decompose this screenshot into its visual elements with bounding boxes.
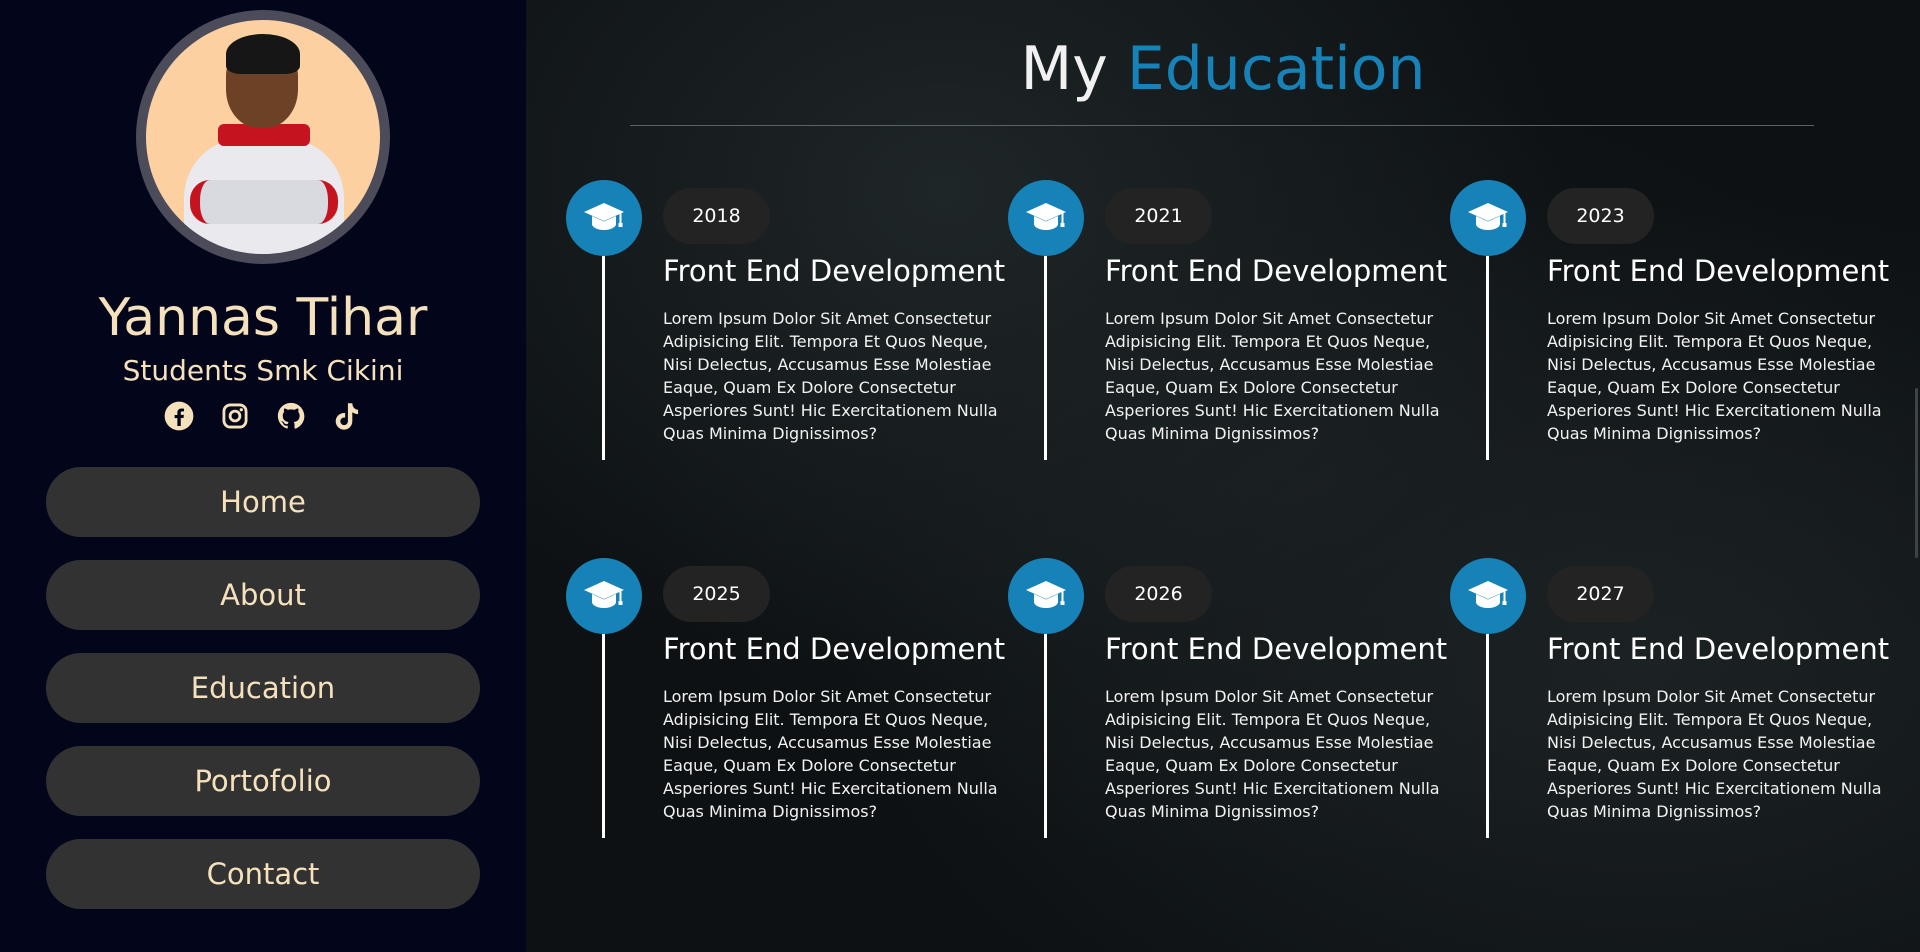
main-nav: Home About Education Portofolio Contact [46, 467, 480, 909]
timeline-line [1044, 256, 1047, 460]
education-description: Lorem Ipsum Dolor Sit Amet Consectetur A… [1547, 309, 1882, 443]
tiktok-icon[interactable] [332, 401, 362, 431]
year-badge: 2025 [663, 566, 770, 622]
education-item: 2027 Front End Development Lorem Ipsum D… [1450, 558, 1889, 848]
profile-name: Yannas Tihar [98, 288, 428, 348]
timeline-line [1044, 634, 1047, 838]
education-title: Front End Development [1547, 632, 1890, 666]
education-description: Lorem Ipsum Dolor Sit Amet Consectetur A… [663, 687, 998, 821]
profile-role: Students Smk Cikini [122, 354, 404, 387]
facebook-icon[interactable] [164, 401, 194, 431]
education-description: Lorem Ipsum Dolor Sit Amet Consectetur A… [1547, 687, 1882, 821]
education-section: My Education 2018 Front End Development … [526, 0, 1920, 952]
year-badge: 2026 [1105, 566, 1212, 622]
education-title: Front End Development [663, 254, 1006, 288]
education-item: 2026 Front End Development Lorem Ipsum D… [1008, 558, 1447, 848]
graduation-cap-icon [1450, 558, 1526, 634]
github-icon[interactable] [276, 401, 306, 431]
avatar-frame [136, 10, 390, 264]
education-title: Front End Development [663, 632, 1006, 666]
graduation-cap-icon [1008, 558, 1084, 634]
education-title: Front End Development [1105, 254, 1448, 288]
education-description: Lorem Ipsum Dolor Sit Amet Consectetur A… [1105, 309, 1440, 443]
scrollbar-thumb[interactable] [1915, 388, 1918, 558]
education-item: 2025 Front End Development Lorem Ipsum D… [566, 558, 1005, 848]
education-item: 2021 Front End Development Lorem Ipsum D… [1008, 180, 1447, 470]
education-title: Front End Development [1105, 632, 1448, 666]
nav-portofolio-button[interactable]: Portofolio [46, 746, 480, 816]
section-title-part1: My [1020, 34, 1108, 104]
graduation-cap-icon [566, 180, 642, 256]
year-badge: 2018 [663, 188, 770, 244]
section-title-part2: Education [1126, 34, 1426, 104]
graduation-cap-icon [1008, 180, 1084, 256]
nav-contact-button[interactable]: Contact [46, 839, 480, 909]
nav-home-button[interactable]: Home [46, 467, 480, 537]
education-title: Front End Development [1547, 254, 1890, 288]
graduation-cap-icon [566, 558, 642, 634]
graduation-cap-icon [1450, 180, 1526, 256]
social-links [164, 401, 362, 431]
education-description: Lorem Ipsum Dolor Sit Amet Consectetur A… [1105, 687, 1440, 821]
year-badge: 2023 [1547, 188, 1654, 244]
sidebar: Yannas Tihar Students Smk Cikini Home Ab… [0, 0, 526, 952]
year-badge: 2021 [1105, 188, 1212, 244]
avatar [146, 20, 380, 254]
section-title: My Education [526, 34, 1920, 104]
section-divider [630, 125, 1814, 126]
year-badge: 2027 [1547, 566, 1654, 622]
education-item: 2023 Front End Development Lorem Ipsum D… [1450, 180, 1889, 470]
education-item: 2018 Front End Development Lorem Ipsum D… [566, 180, 1005, 470]
nav-about-button[interactable]: About [46, 560, 480, 630]
timeline-line [602, 256, 605, 460]
timeline-line [602, 634, 605, 838]
timeline-line [1486, 256, 1489, 460]
education-description: Lorem Ipsum Dolor Sit Amet Consectetur A… [663, 309, 998, 443]
nav-education-button[interactable]: Education [46, 653, 480, 723]
timeline-line [1486, 634, 1489, 838]
instagram-icon[interactable] [220, 401, 250, 431]
